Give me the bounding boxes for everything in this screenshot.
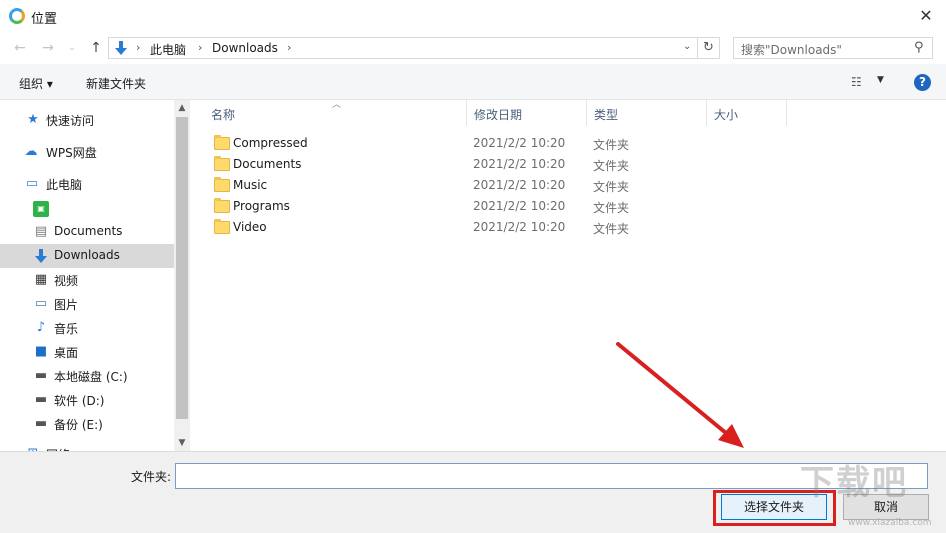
sidebar-item-network[interactable]: ⊞ 网络 (0, 442, 174, 451)
computer-icon: ▭ (25, 176, 39, 191)
drive-icon: ▬ (34, 416, 48, 431)
star-icon: ★ (27, 112, 39, 127)
breadcrumb-separator: › (136, 41, 141, 54)
close-icon: ✕ (919, 6, 933, 25)
up-button[interactable]: ↑ (86, 38, 106, 58)
column-header-size[interactable]: 大小 (707, 100, 787, 126)
scroll-down-icon[interactable]: ▼ (174, 435, 190, 451)
app-icon (9, 8, 25, 24)
documents-icon: ▤ (34, 224, 48, 239)
navigation-pane: ★ 快速访问 ☁ WPS网盘 ▭ 此电脑 ▣ ▤ Documents Downl… (0, 100, 175, 451)
sidebar-item-wps-cloud[interactable]: ☁ WPS网盘 (0, 140, 174, 164)
sidebar-item-videos[interactable]: ▦ 视频 (0, 268, 174, 292)
column-header-name[interactable]: 名称 ︿ (204, 100, 467, 126)
search-icon: ⚲ (914, 40, 924, 55)
download-icon (115, 41, 127, 55)
scroll-up-icon[interactable]: ▲ (174, 100, 190, 116)
breadcrumb-separator: › (198, 41, 203, 54)
music-icon: ♪ (36, 320, 46, 335)
breadcrumb-downloads[interactable]: Downloads (212, 41, 278, 55)
back-button[interactable]: ← (10, 38, 30, 58)
file-list: 名称 ︿ 修改日期 类型 大小 Compressed 2021/2/2 10:2… (190, 100, 946, 451)
toolbar: 组织 ▾ 新建文件夹 ☷ ▼ ? (0, 64, 946, 100)
watermark: 下载吧 (800, 463, 908, 503)
folder-label: 文件夹: (131, 470, 172, 484)
view-options-icon[interactable]: ☷ (851, 75, 867, 89)
cloud-icon: ☁ (24, 144, 38, 159)
column-header-type[interactable]: 类型 (587, 100, 707, 126)
download-icon (35, 249, 47, 263)
sidebar-item-this-pc[interactable]: ▭ 此电脑 (0, 172, 174, 196)
breadcrumb-this-pc[interactable]: 此电脑 (150, 41, 186, 58)
sidebar-item-green-app[interactable]: ▣ (0, 197, 174, 221)
table-row[interactable]: Video 2021/2/2 10:20 文件夹 (204, 217, 764, 238)
column-header-date[interactable]: 修改日期 (467, 100, 587, 126)
table-row[interactable]: Music 2021/2/2 10:20 文件夹 (204, 175, 764, 196)
green-app-icon: ▣ (33, 201, 49, 217)
organize-button[interactable]: 组织 ▾ (19, 75, 53, 92)
arrow-up-icon: ↑ (90, 40, 102, 56)
table-row[interactable]: Documents 2021/2/2 10:20 文件夹 (204, 154, 764, 175)
annotation-arrow (616, 342, 744, 448)
drive-c-icon: ▬ (34, 368, 48, 383)
sidebar-item-music[interactable]: ♪ 音乐 (0, 316, 174, 340)
picture-icon: ▭ (34, 296, 48, 311)
folder-icon (214, 156, 230, 171)
refresh-button[interactable]: ↻ (698, 37, 720, 59)
search-input[interactable]: 搜索"Downloads" (741, 41, 842, 58)
drive-icon: ▬ (34, 392, 48, 407)
close-button[interactable]: ✕ (906, 0, 946, 32)
table-row[interactable]: Compressed 2021/2/2 10:20 文件夹 (204, 133, 764, 154)
address-dropdown-icon[interactable]: ⌄ (683, 41, 691, 52)
forward-button[interactable]: → (38, 38, 58, 58)
view-dropdown-icon[interactable]: ▼ (877, 75, 884, 85)
window-title: 位置 (31, 12, 58, 27)
sidebar-item-drive-d[interactable]: ▬ 软件 (D:) (0, 388, 174, 412)
folder-icon (214, 177, 230, 192)
address-row: ← → ⌄ ↑ › 此电脑 › Downloads › ⌄ ↻ 搜索"Downl… (0, 32, 946, 64)
help-icon[interactable]: ? (914, 74, 931, 91)
sidebar-item-pictures[interactable]: ▭ 图片 (0, 292, 174, 316)
title-bar: 位置 ✕ (0, 0, 946, 32)
desktop-icon: ■ (34, 344, 48, 359)
chevron-down-icon: ⌄ (68, 43, 76, 53)
sort-up-icon: ︿ (332, 100, 342, 110)
video-icon: ▦ (34, 272, 48, 287)
arrow-right-icon: → (42, 40, 54, 56)
scroll-thumb[interactable] (176, 117, 188, 419)
sidebar-scrollbar[interactable]: ▲ ▼ (174, 100, 190, 451)
search-box[interactable]: 搜索"Downloads" ⚲ (733, 37, 933, 59)
refresh-icon: ↻ (703, 40, 714, 55)
address-bar[interactable]: › 此电脑 › Downloads › ⌄ (108, 37, 698, 59)
sidebar-item-quick-access[interactable]: ★ 快速访问 (0, 108, 174, 132)
arrow-left-icon: ← (14, 40, 26, 56)
folder-icon (214, 135, 230, 150)
sidebar-item-desktop[interactable]: ■ 桌面 (0, 340, 174, 364)
sidebar-item-documents[interactable]: ▤ Documents (0, 220, 174, 244)
folder-icon (214, 219, 230, 234)
watermark-url: www.xiazaiba.com (848, 518, 932, 528)
table-row[interactable]: Programs 2021/2/2 10:20 文件夹 (204, 196, 764, 217)
new-folder-button[interactable]: 新建文件夹 (86, 75, 146, 92)
breadcrumb-separator: › (287, 41, 292, 54)
recent-dropdown[interactable]: ⌄ (62, 38, 82, 58)
folder-icon (214, 198, 230, 213)
sidebar-item-downloads[interactable]: Downloads (0, 244, 174, 268)
sidebar-item-drive-e[interactable]: ▬ 备份 (E:) (0, 412, 174, 436)
sidebar-item-drive-c[interactable]: ▬ 本地磁盘 (C:) (0, 364, 174, 388)
